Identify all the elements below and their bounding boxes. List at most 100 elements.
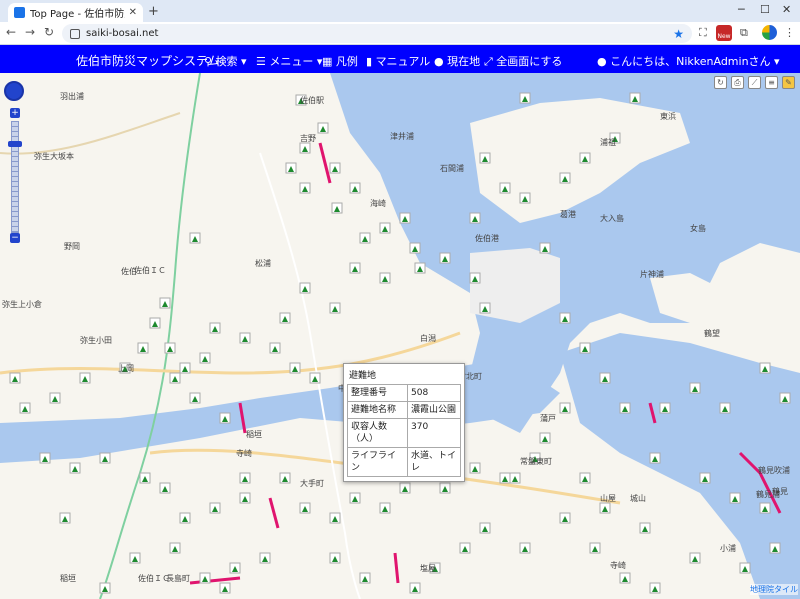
nav-legend[interactable]: ▦ 凡例 bbox=[322, 53, 358, 69]
screenshot-icon[interactable]: ⛶ bbox=[699, 26, 707, 40]
browser-tab[interactable]: Top Page - 佐伯市防災マップシステ ✕ bbox=[8, 3, 143, 22]
app-navbar: 佐伯市防災マップシステム ⚲ 検索 ▾ ☰ メニュー ▾ ▦ 凡例 ▮ マニュア… bbox=[0, 45, 800, 73]
table-row: ライフライン 水道、トイレ bbox=[347, 447, 461, 477]
map-place-label: 弥生大坂本 bbox=[34, 152, 74, 161]
zoom-slider[interactable] bbox=[11, 121, 19, 233]
map-place-label: 海崎 bbox=[370, 199, 386, 208]
measure-icon[interactable]: ⟋ bbox=[748, 76, 761, 89]
map-place-label: 佐伯港 bbox=[475, 234, 499, 243]
map-place-label: 常盤東町 bbox=[520, 457, 552, 466]
map-place-label: 東浜 bbox=[660, 112, 676, 121]
map-place-label: 弥生上小倉 bbox=[2, 300, 42, 309]
address-bar[interactable]: saiki-bosai.net ★ bbox=[62, 24, 692, 43]
popup-title: 避難地 bbox=[349, 371, 377, 381]
map-place-label: 吉野 bbox=[300, 134, 316, 143]
map-attribution[interactable]: 地理院タイル bbox=[750, 584, 798, 595]
map-place-label: 松浦 bbox=[255, 259, 271, 268]
map-place-label: 片神浦 bbox=[640, 270, 664, 279]
map-place-label: 城山 bbox=[630, 494, 646, 503]
close-window-icon[interactable]: ✕ bbox=[782, 3, 791, 16]
draw-icon[interactable]: ✎ bbox=[782, 76, 795, 89]
map-place-label: 寺崎 bbox=[610, 561, 626, 570]
evacuation-site-popup: 避難地 整理番号 508 避難地名称 濃霞山公園 収容人数（人） 370 ライフライン… bbox=[343, 363, 465, 482]
close-tab-icon[interactable]: ✕ bbox=[129, 7, 137, 18]
map-place-label: 佐伯駅 bbox=[300, 96, 324, 105]
map-place-label: 石間浦 bbox=[440, 164, 464, 173]
refresh-map-icon[interactable]: ↻ bbox=[714, 76, 727, 89]
layers-icon[interactable]: ≡ bbox=[765, 76, 778, 89]
zoom-out-button[interactable]: − bbox=[10, 233, 20, 243]
map-place-label: 大手町 bbox=[300, 479, 324, 488]
map-place-label: 白潟 bbox=[420, 334, 436, 343]
browser-menu-icon[interactable]: ⋮ bbox=[784, 26, 795, 39]
expand-icon: ⤢ bbox=[484, 55, 497, 68]
forward-icon[interactable]: → bbox=[25, 25, 35, 39]
bookmark-star-icon[interactable]: ★ bbox=[673, 27, 684, 41]
map-place-label: 野岡 bbox=[64, 242, 80, 251]
table-row: 避難地名称 濃霞山公園 bbox=[347, 401, 461, 419]
nav-current-location[interactable]: ● 現在地 bbox=[434, 53, 480, 69]
site-favicon-icon bbox=[14, 7, 25, 18]
tab-title: Top Page - 佐伯市防災マップシステ bbox=[30, 9, 125, 20]
search-icon: ⚲ bbox=[204, 55, 216, 68]
book-icon: ▮ bbox=[366, 55, 376, 68]
pan-control-icon[interactable] bbox=[4, 81, 24, 101]
map-place-label: 浦祖 bbox=[600, 138, 616, 147]
table-row: 収容人数（人） 370 bbox=[347, 418, 461, 448]
map-place-label: 羽出浦 bbox=[60, 92, 84, 101]
hazard-line bbox=[268, 497, 280, 529]
nav-search[interactable]: ⚲ 検索 ▾ bbox=[204, 53, 247, 69]
reload-icon[interactable]: ↻ bbox=[44, 25, 54, 39]
extensions-icon[interactable]: ⧉ bbox=[740, 26, 748, 40]
nav-manual[interactable]: ▮ マニュアル bbox=[366, 53, 430, 69]
nav-fullscreen[interactable]: ⤢ 全画面にする bbox=[484, 53, 562, 69]
hazard-line bbox=[318, 142, 332, 184]
map-place-label: 稲垣 bbox=[246, 430, 262, 439]
map-place-label: 大入島 bbox=[600, 214, 624, 223]
map-place-label: 蒲戸 bbox=[540, 414, 556, 423]
map-place-label: 葛港 bbox=[560, 210, 576, 219]
back-icon[interactable]: ← bbox=[6, 25, 16, 39]
hazard-line bbox=[393, 552, 400, 584]
browser-tabstrip: Top Page - 佐伯市防災マップシステ ✕ + ─ ☐ ✕ bbox=[0, 0, 800, 22]
map-place-label: 小浦 bbox=[720, 544, 736, 553]
print-icon[interactable]: ⎙ bbox=[731, 76, 744, 89]
map-place-label: 鶴望 bbox=[704, 329, 720, 338]
map-place-label: 佐伯ＩＣ bbox=[138, 574, 170, 583]
profile-avatar-icon[interactable] bbox=[762, 25, 777, 40]
nav-menu[interactable]: ☰ メニュー ▾ bbox=[256, 53, 322, 69]
map-place-label: 上岡 bbox=[118, 364, 134, 373]
map-place-label: 山屋 bbox=[600, 494, 616, 503]
nav-user-menu[interactable]: ● こんにちは、NikkenAdminさん ▾ bbox=[597, 53, 780, 69]
hamburger-icon: ☰ bbox=[256, 55, 270, 68]
hazard-line bbox=[189, 576, 241, 585]
site-info-icon[interactable] bbox=[70, 28, 80, 39]
table-row: 整理番号 508 bbox=[347, 384, 461, 402]
map-place-label: 稲垣 bbox=[60, 574, 76, 583]
minimize-icon[interactable]: ─ bbox=[738, 3, 745, 16]
new-tab-icon[interactable]: + bbox=[148, 4, 159, 19]
map-place-label: 塩屋 bbox=[420, 564, 436, 573]
local-road-north bbox=[0, 112, 181, 155]
map-place-label: 寺崎 bbox=[236, 449, 252, 458]
map-place-label: 佐伯ＩＣ bbox=[134, 266, 166, 275]
zoom-control: + − bbox=[4, 81, 24, 243]
map-place-label: 鶴見浦 bbox=[756, 490, 780, 499]
zoom-in-button[interactable]: + bbox=[10, 108, 20, 118]
zoom-slider-thumb[interactable] bbox=[8, 141, 22, 147]
maximize-icon[interactable]: ☐ bbox=[760, 3, 770, 16]
map-place-label: 弥生小田 bbox=[80, 336, 112, 345]
url-text: saiki-bosai.net bbox=[86, 28, 159, 39]
legend-icon: ▦ bbox=[322, 55, 336, 68]
extension-new-badge[interactable]: New bbox=[716, 25, 732, 41]
location-pin-icon: ● bbox=[434, 55, 448, 68]
browser-toolbar: ← → ↻ saiki-bosai.net ★ ⛶ New ⧉ ⋮ bbox=[0, 22, 800, 45]
map-place-label: 鶴見吹浦 bbox=[758, 466, 790, 475]
map-place-label: 津井浦 bbox=[390, 132, 414, 141]
map-canvas[interactable]: 弥生大坂本 野岡 佐伯ＩＣ 弥生上小倉 佐伯 弥生小田 上岡 稲垣 長島町 中村北町 佐伯ＩＣ 寺崎鶴… bbox=[0, 73, 800, 599]
app-brand[interactable]: 佐伯市防災マップシステム bbox=[76, 52, 220, 69]
user-icon: ● bbox=[597, 55, 611, 68]
popup-table: 整理番号 508 避難地名称 濃霞山公園 収容人数（人） 370 ライフライン 水道、ト… bbox=[347, 384, 461, 477]
map-tiles bbox=[0, 73, 800, 599]
map-place-label: 佐伯 bbox=[121, 267, 137, 276]
